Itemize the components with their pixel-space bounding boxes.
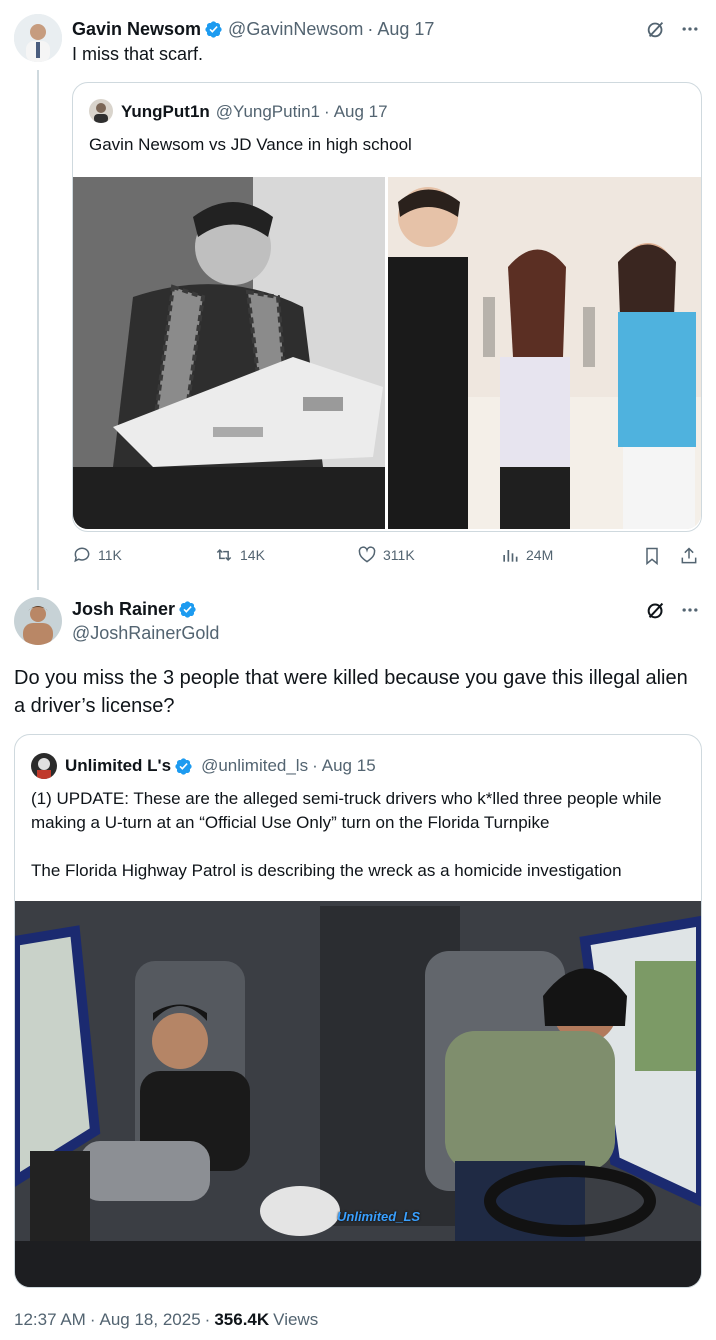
tweet-timestamp[interactable]: 12:37 AM · Aug 18, 2025 · 356.4K Views [14, 1310, 318, 1330]
tweet-header: Gavin Newsom @GavinNewsom · Aug 17 [72, 17, 434, 41]
separator: · [312, 756, 318, 775]
views-icon [503, 550, 518, 562]
photo-right[interactable] [388, 177, 701, 529]
quote-author-name: Unlimited L's [65, 756, 172, 775]
separator: · [204, 1310, 211, 1329]
grok-button[interactable] [644, 598, 668, 622]
bookmark-icon [646, 547, 658, 566]
quote-date: Aug 15 [321, 756, 376, 775]
like-count: 311K [383, 547, 415, 563]
tweet-date[interactable]: Aug 17 [377, 19, 434, 40]
quote-text-2: The Florida Highway Patrol is describing… [31, 861, 622, 880]
quote-text: (1) UPDATE: These are the alleged semi-t… [31, 789, 662, 832]
like-icon [358, 546, 376, 563]
grok-icon [647, 21, 664, 38]
repost-icon [216, 548, 232, 562]
quote-header: Unlimited L's @unlimited_ls · Aug 15 [65, 755, 376, 777]
more-button[interactable] [678, 598, 702, 622]
grok-icon [647, 602, 664, 619]
quote-date: Aug 17 [333, 102, 388, 121]
quote-author-handle: @YungPutin1 [215, 102, 321, 121]
more-icon [682, 608, 698, 612]
reply-count: 11K [98, 547, 122, 563]
avatar[interactable] [14, 597, 62, 645]
verified-badge-icon [175, 757, 192, 775]
reply-icon [74, 547, 90, 563]
bookmark-button[interactable] [640, 544, 664, 568]
share-button[interactable] [677, 544, 701, 568]
tweet-text: Do you miss the 3 people that were kille… [14, 667, 688, 717]
author-name[interactable]: Josh Rainer [72, 599, 175, 620]
post-date: Aug 18, 2025 [99, 1310, 201, 1329]
photo-truck-cab[interactable]: Unlimited_LS [15, 901, 701, 1287]
separator: · [89, 1310, 96, 1329]
thread-line [37, 70, 39, 590]
avatar [89, 99, 113, 123]
like-button[interactable]: 311K [357, 545, 415, 565]
verified-badge-icon [205, 20, 222, 38]
quoted-tweet[interactable]: Unlimited L's @unlimited_ls · Aug 15 (1)… [14, 734, 702, 1288]
quote-author-handle: @unlimited_ls [201, 756, 309, 775]
views-count: 356.4K [214, 1310, 270, 1329]
tweet-text: I miss that scarf. [72, 44, 204, 64]
verified-badge-icon [179, 600, 196, 618]
avatar [31, 753, 57, 779]
grok-button[interactable] [644, 17, 668, 41]
views-button[interactable]: 24M [500, 545, 553, 565]
author-name[interactable]: Gavin Newsom [72, 19, 201, 40]
post-time: 12:37 AM [14, 1310, 86, 1329]
views-label: Views [273, 1310, 319, 1329]
more-icon [682, 27, 698, 31]
more-button[interactable] [678, 17, 702, 41]
quote-text: Gavin Newsom vs JD Vance in high school [89, 135, 412, 154]
author-handle[interactable]: @JoshRainerGold [72, 623, 219, 644]
photo-left[interactable] [73, 177, 385, 529]
tweet-header: Josh Rainer [72, 598, 199, 620]
image-watermark: Unlimited_LS [337, 1209, 421, 1224]
quoted-tweet[interactable]: YungPut1n @YungPutin1 · Aug 17 Gavin New… [72, 82, 702, 532]
repost-button[interactable]: 14K [214, 545, 265, 565]
reply-button[interactable]: 11K [72, 545, 122, 565]
quote-header: YungPut1n @YungPutin1 · Aug 17 [121, 101, 388, 123]
views-count: 24M [526, 547, 554, 563]
separator: · [367, 18, 374, 39]
author-handle[interactable]: @GavinNewsom [228, 19, 363, 40]
separator: · [324, 102, 330, 121]
avatar[interactable] [14, 14, 62, 62]
share-icon [681, 547, 697, 564]
repost-count: 14K [240, 547, 265, 563]
quote-author-name: YungPut1n [121, 102, 210, 121]
